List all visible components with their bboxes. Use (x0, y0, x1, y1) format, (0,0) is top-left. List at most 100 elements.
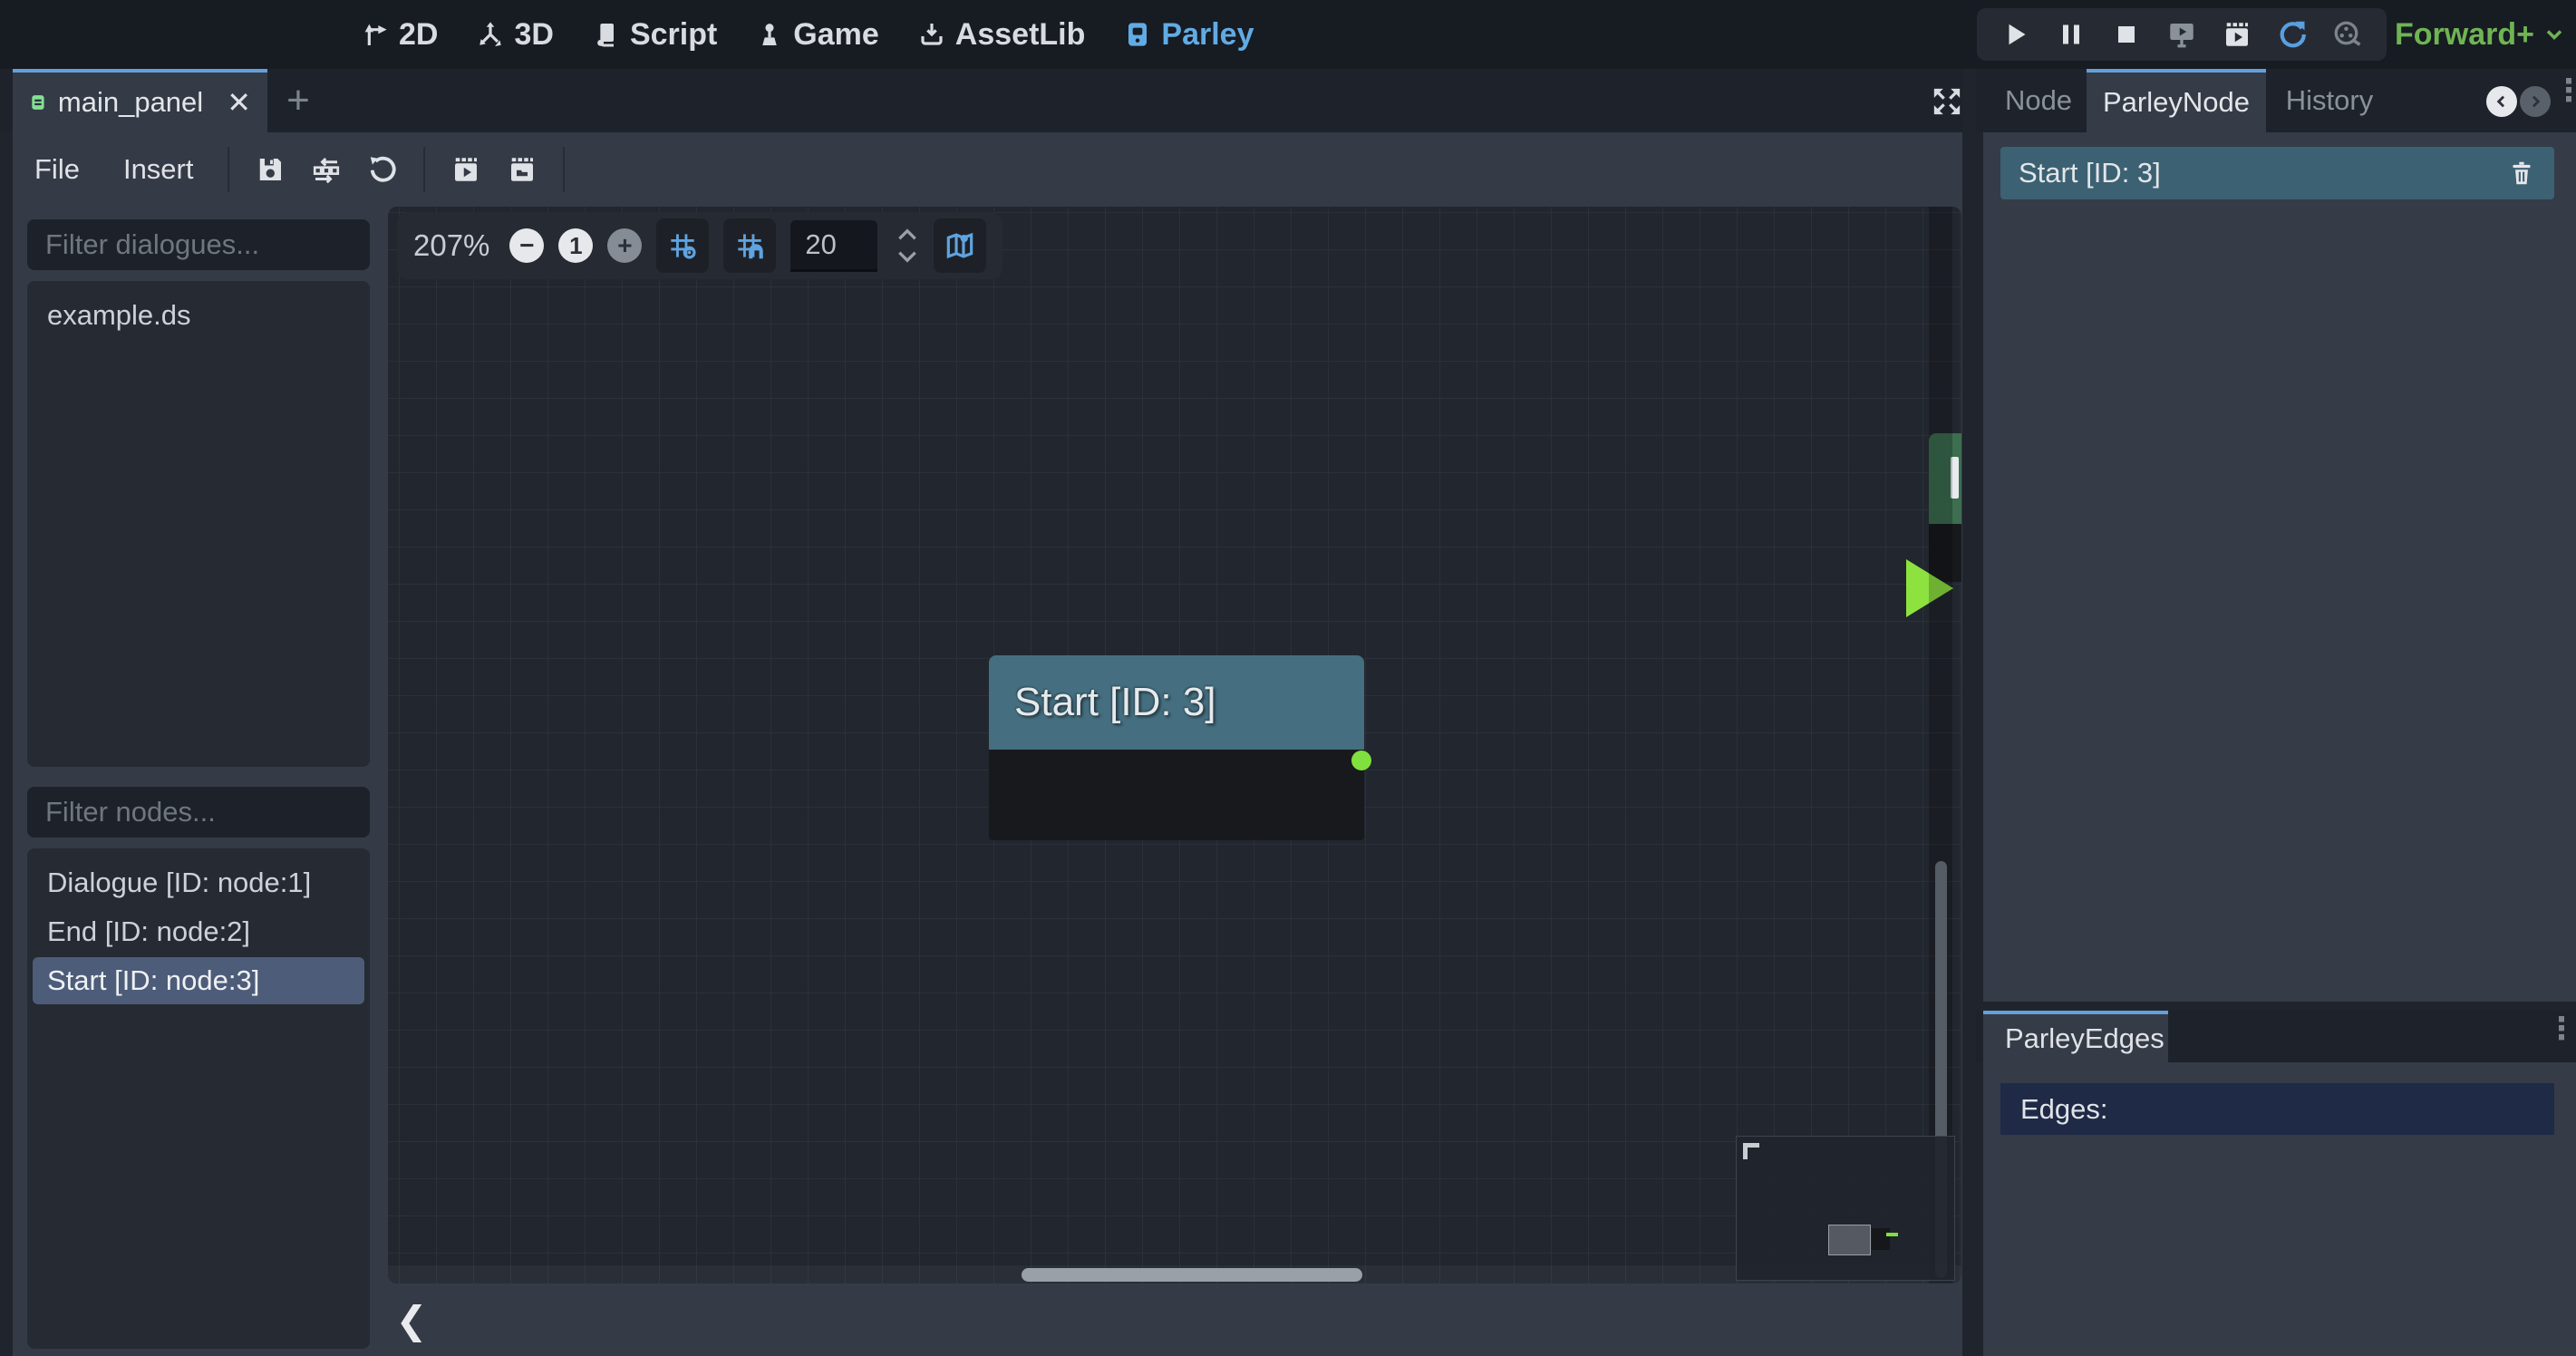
godot-parley-editor-window: 2D 3D Script Game AssetLib Parley (0, 0, 2576, 1356)
insert-menu[interactable]: Insert (102, 153, 216, 186)
graph-node-title[interactable]: Start [ID: 3] (989, 655, 1364, 750)
minimap-node-rect (1828, 1225, 1871, 1255)
toolbar-separator (563, 147, 565, 192)
clapper-play-icon (450, 153, 482, 186)
chevron-right-icon (2526, 92, 2544, 111)
tab-history[interactable]: History (2275, 69, 2384, 132)
filter-nodes-box (27, 787, 370, 838)
node-list-item[interactable]: End [ID: node:2] (33, 908, 364, 955)
parley-logo-icon (1123, 20, 1152, 49)
play-button[interactable] (2000, 18, 2032, 51)
minimap-icon (943, 228, 977, 263)
horizontal-scrollbar-thumb[interactable] (1022, 1268, 1362, 1282)
tab-3d[interactable]: 3D (476, 17, 553, 53)
nodes-list: Dialogue [ID: node:1] End [ID: node:2] S… (27, 848, 370, 1349)
graph-toolbar: 207% − 1 + (397, 212, 1002, 279)
zoom-out-button[interactable]: − (509, 228, 544, 263)
zoom-percent-label: 207% (413, 228, 489, 263)
tab-node[interactable]: Node (1990, 69, 2087, 132)
arrange-nodes-button[interactable] (298, 141, 354, 198)
toggle-minimap-button[interactable] (934, 218, 986, 273)
graph-minimap[interactable] (1736, 1136, 1955, 1281)
dialogue-file-item[interactable]: example.ds (33, 292, 364, 339)
test-dialogue-from-start-button[interactable] (494, 141, 550, 198)
trash-icon[interactable] (2507, 159, 2536, 188)
parleyedges-tab-strip: ParleyEdges ⋮ (1976, 1011, 2576, 1062)
tab-2d-label: 2D (399, 17, 438, 53)
collapse-sidebar-button[interactable]: ❮ (392, 1296, 431, 1343)
add-tab-button[interactable]: + (277, 80, 319, 121)
tab-2d[interactable]: 2D (361, 17, 438, 53)
movie-maker-reload-icon[interactable] (2276, 18, 2309, 51)
edges-options-menu[interactable]: ⋮ (2546, 1020, 2564, 1039)
2d-icon (361, 20, 390, 49)
movie-writer-icon[interactable] (2331, 18, 2364, 51)
snap-magnet-icon (732, 228, 767, 263)
edges-row: Edges: (2000, 1083, 2554, 1135)
save-button[interactable] (242, 141, 298, 198)
snap-step-box (790, 220, 877, 272)
graph-node-start[interactable]: Start [ID: 3] (989, 655, 1364, 840)
tab-game[interactable]: Game (755, 17, 879, 53)
editor-main-menu: 2D 3D Script Game AssetLib Parley (361, 0, 1254, 69)
dock-options-menu[interactable]: ⋮ (2553, 82, 2571, 101)
tab-main-panel-label: main_panel (58, 86, 203, 119)
graph-canvas[interactable]: 207% − 1 + Start [ID: 3] (388, 207, 1961, 1283)
chevron-left-icon (2493, 92, 2511, 111)
tab-parley-label: Parley (1161, 17, 1254, 53)
history-back-button[interactable] (2486, 86, 2517, 117)
node-list-item[interactable]: Dialogue [ID: node:1] (33, 859, 364, 906)
toggle-snap-button[interactable] (723, 218, 776, 273)
snap-grid-icon (665, 228, 700, 263)
node-list-item-selected[interactable]: Start [ID: node:3] (33, 957, 364, 1004)
close-tab-icon[interactable]: ✕ (227, 88, 251, 117)
tab-parley[interactable]: Parley (1123, 17, 1254, 53)
play-scene-button[interactable] (2165, 18, 2198, 51)
minimap-node-body (1872, 1228, 1890, 1250)
tab-parleynode[interactable]: ParleyNode (2087, 69, 2266, 132)
dialogue-sheet-icon (29, 89, 47, 116)
test-dialogue-button[interactable] (438, 141, 494, 198)
filter-nodes-input[interactable] (27, 796, 407, 828)
tab-parleyedges[interactable]: ParleyEdges (1983, 1011, 2168, 1062)
tab-game-label: Game (793, 17, 879, 53)
arrange-nodes-icon (310, 153, 343, 186)
tab-main-panel[interactable]: main_panel ✕ (13, 69, 267, 132)
dialogues-list: example.ds (27, 281, 370, 767)
selected-node-title: Start [ID: 3] (2019, 157, 2507, 189)
tab-assetlib[interactable]: AssetLib (917, 17, 1086, 53)
filter-dialogues-input[interactable] (27, 228, 407, 261)
history-forward-button[interactable] (2520, 86, 2551, 117)
3d-icon (476, 20, 505, 49)
assetlib-download-icon (917, 20, 946, 49)
filter-dialogues-box (27, 219, 370, 270)
toolbar-separator (423, 147, 425, 192)
toolbar-separator (228, 147, 229, 192)
zoom-reset-button[interactable]: 1 (558, 228, 593, 263)
distraction-free-icon[interactable] (1927, 83, 1967, 120)
pause-button[interactable] (2055, 18, 2087, 51)
refresh-icon (366, 153, 399, 186)
selected-node-header[interactable]: Start [ID: 3] (2000, 147, 2554, 199)
spin-up-icon (896, 228, 919, 242)
renderer-selector[interactable]: Forward+ (2395, 0, 2567, 69)
file-menu[interactable]: File (13, 153, 102, 186)
tab-script-label: Script (630, 17, 717, 53)
minimap-camera-corner (1743, 1143, 1748, 1159)
game-joystick-icon (755, 20, 784, 49)
tab-script[interactable]: Script (592, 17, 717, 53)
play-custom-scene-button[interactable] (2221, 18, 2253, 51)
graph-node-body (989, 750, 1364, 840)
toggle-grid-button[interactable] (656, 218, 709, 273)
snap-step-spinner[interactable] (896, 228, 919, 264)
renderer-label: Forward+ (2395, 17, 2534, 53)
refresh-button[interactable] (354, 141, 411, 198)
clapper-folder-icon (506, 153, 538, 186)
tab-3d-label: 3D (514, 17, 553, 53)
output-port[interactable] (1351, 751, 1371, 770)
snap-step-input[interactable] (790, 228, 877, 262)
stop-button[interactable] (2110, 18, 2143, 51)
zoom-in-button[interactable]: + (607, 228, 642, 263)
playback-controls (1977, 8, 2387, 61)
parleyedges-panel: Edges: (1983, 1062, 2576, 1356)
